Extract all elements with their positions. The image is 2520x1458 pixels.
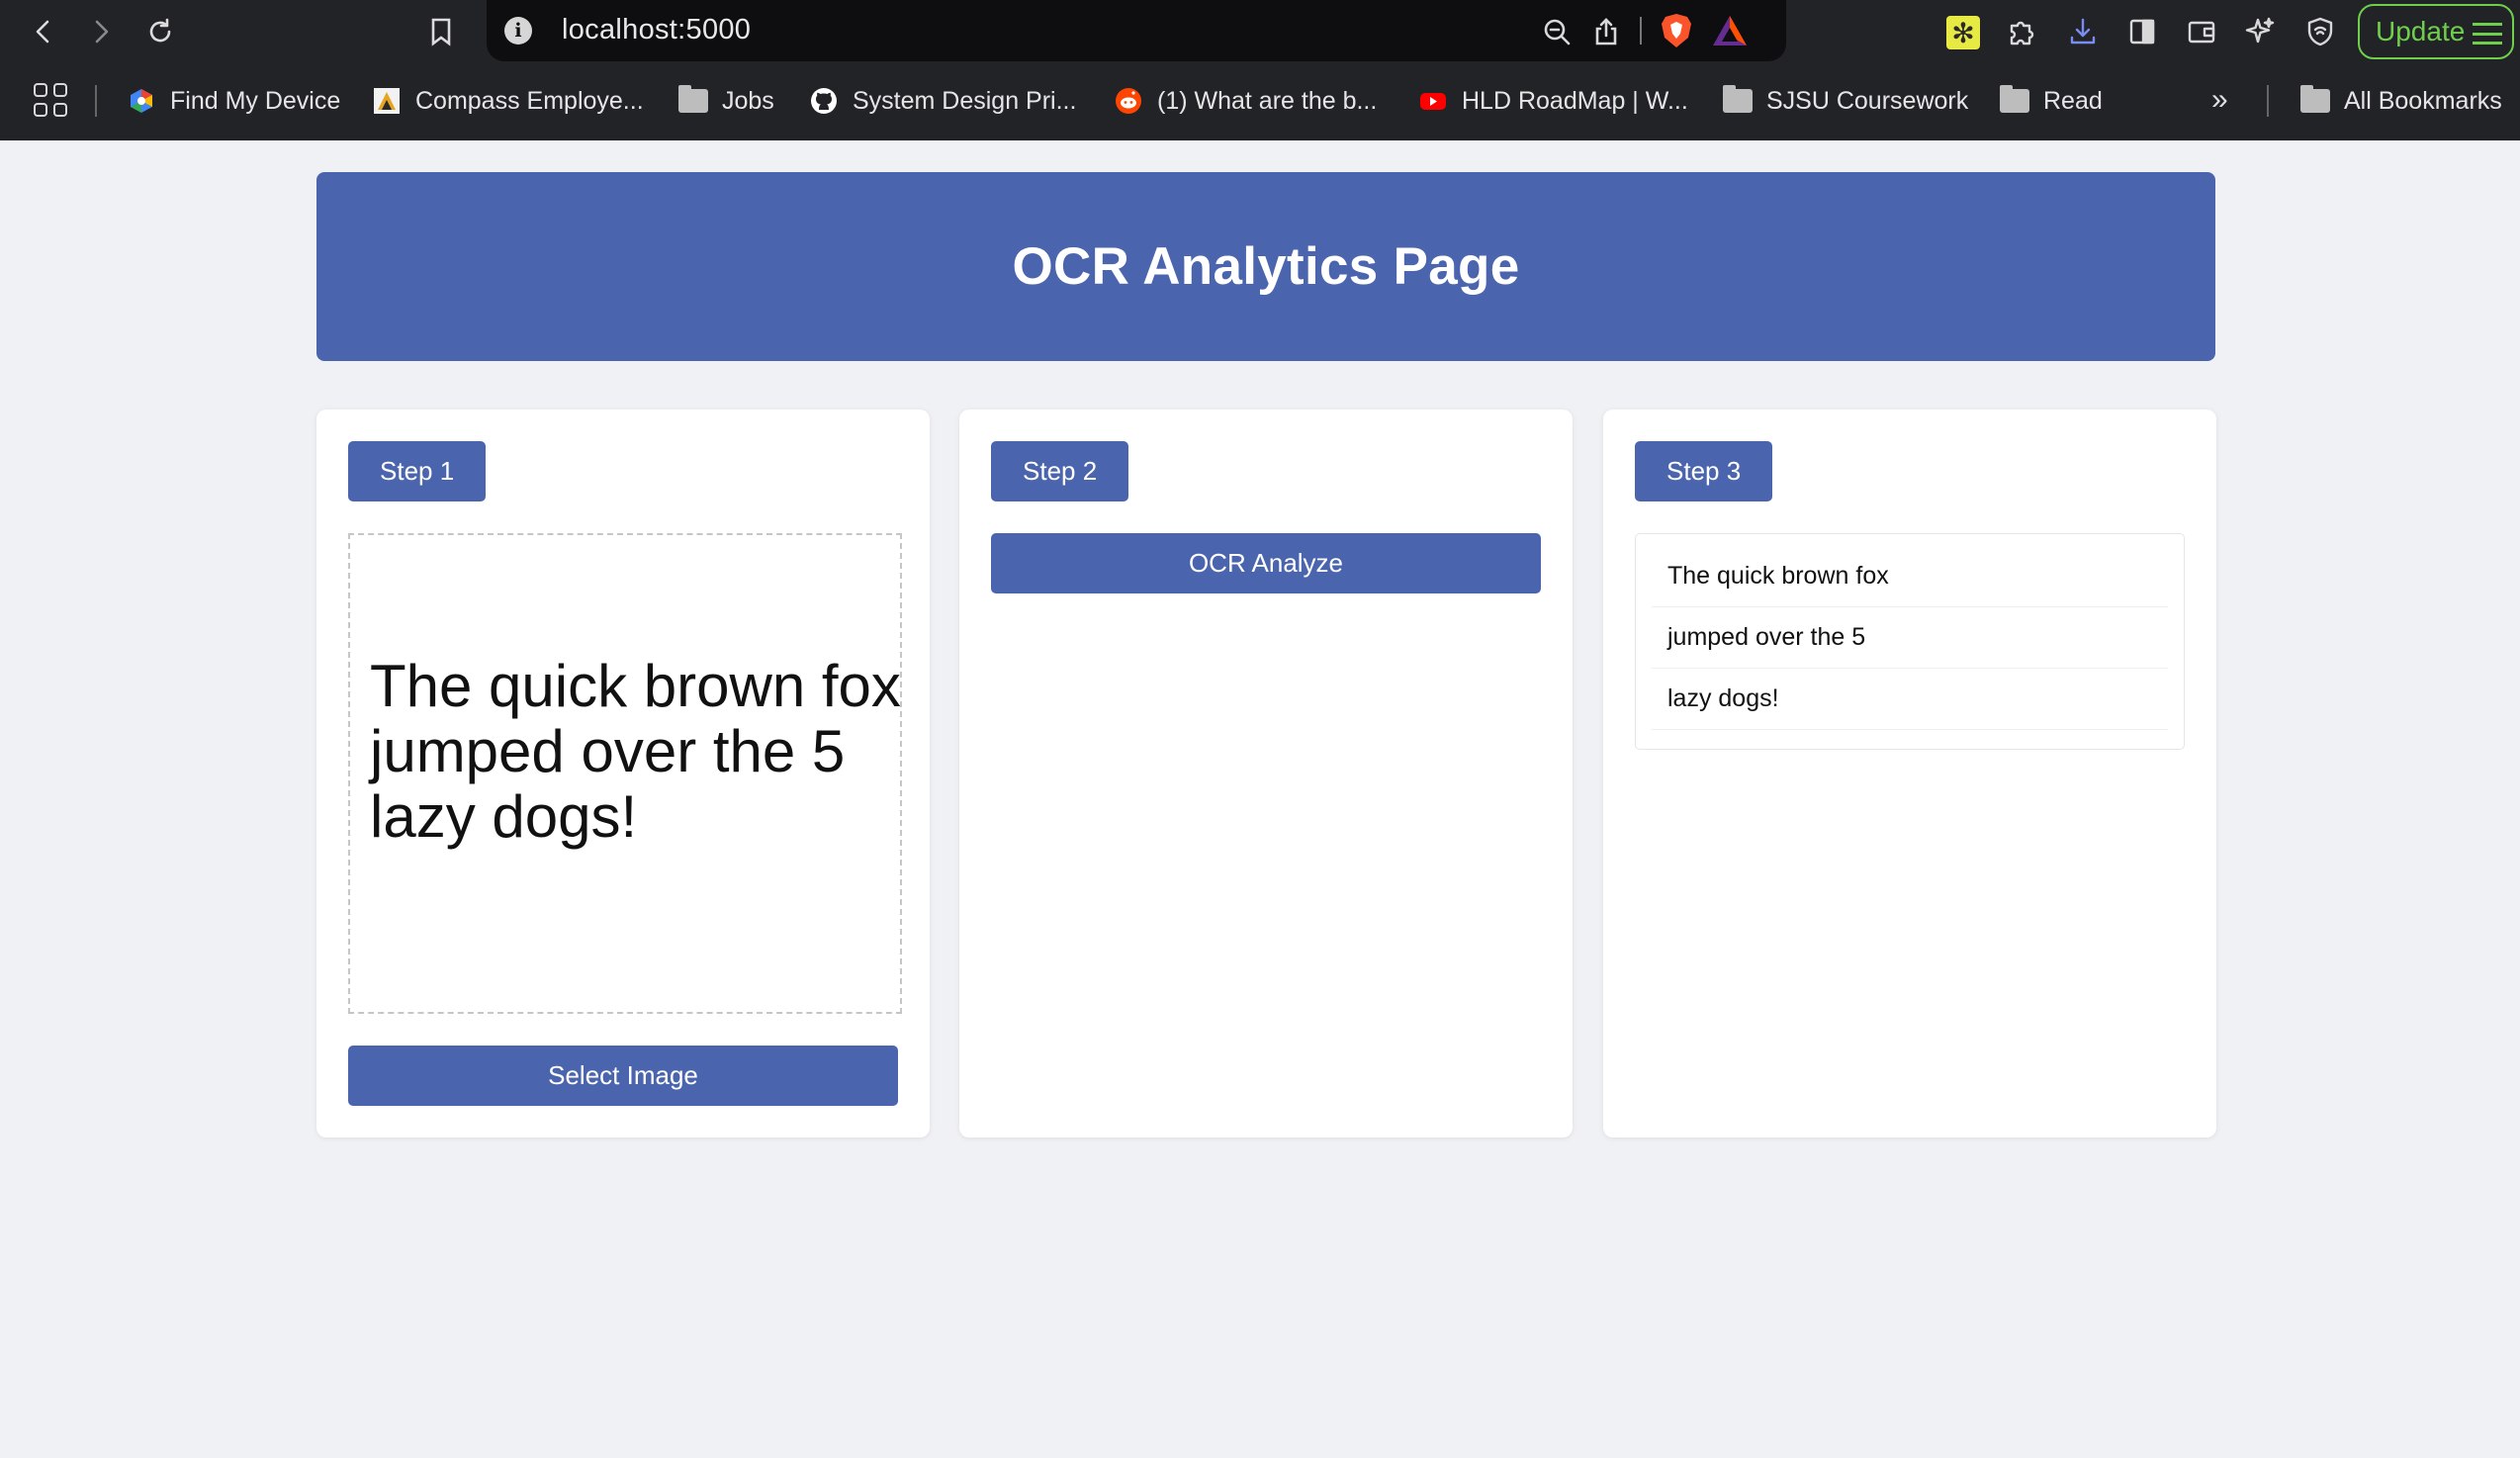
downloads-button[interactable]: [2065, 14, 2101, 49]
bookmark-label: System Design Pri...: [853, 86, 1077, 115]
wallet-button[interactable]: [2184, 14, 2219, 49]
reload-button[interactable]: [142, 14, 178, 49]
update-label: Update: [2376, 16, 2466, 46]
list-item: jumped over the 5: [1652, 607, 2168, 669]
chevron-left-icon: [36, 20, 49, 44]
image-preview-text: The quick brown fox jumped over the 5 la…: [370, 653, 901, 850]
folder-icon: [2000, 85, 2029, 116]
step3-badge[interactable]: Step 3: [1635, 441, 1773, 501]
preview-line: jumped over the 5: [370, 718, 846, 784]
list-item: lazy dogs!: [1652, 669, 2168, 730]
address-bar[interactable]: i localhost:5000: [487, 0, 1786, 61]
update-menu-button[interactable]: Update: [2358, 4, 2514, 59]
bookmarks-bar: Find My Device Compass Employe... Jobs S…: [0, 71, 2520, 131]
step1-badge[interactable]: Step 1: [348, 441, 487, 501]
github-icon: [809, 86, 839, 116]
folder-icon: [2300, 85, 2330, 116]
preview-line: The quick brown fox: [370, 653, 901, 719]
sidebar-icon: [2129, 19, 2155, 45]
folder-icon: [1723, 85, 1753, 116]
bookmark-icon: [431, 18, 451, 46]
step3-card: Step 3 The quick brown fox jumped over t…: [1603, 410, 2216, 1138]
wallet-icon: [2188, 21, 2215, 44]
page-header: OCR Analytics Page: [316, 172, 2215, 361]
share-icon: [1595, 18, 1617, 46]
folder-icon: [678, 85, 708, 116]
bookmarks-divider: [95, 85, 97, 117]
all-bookmarks-button[interactable]: All Bookmarks: [2300, 79, 2502, 123]
puzzle-piece-icon: [2010, 21, 2034, 46]
bookmark-label: SJSU Coursework: [1766, 86, 1969, 115]
bookmark-label: Read: [2043, 86, 2103, 115]
step2-badge[interactable]: Step 2: [991, 441, 1129, 501]
bookmark-compass[interactable]: Compass Employe...: [372, 79, 644, 123]
extension-icon-yellow[interactable]: ✻: [1946, 16, 1980, 49]
youtube-icon: [1418, 86, 1448, 116]
zoom-out-icon: [1544, 19, 1571, 46]
reload-icon: [149, 18, 171, 43]
bookmark-label: Jobs: [722, 86, 774, 115]
bookmarks-divider: [2267, 85, 2269, 117]
back-button[interactable]: [26, 14, 61, 49]
bookmark-label: HLD RoadMap | W...: [1462, 86, 1688, 115]
google-find-my-device-icon: [127, 86, 156, 116]
select-image-button[interactable]: Select Image: [348, 1046, 898, 1106]
brave-shields-icon[interactable]: [1660, 12, 1693, 49]
bookmark-system-design[interactable]: System Design Pri...: [809, 79, 1076, 123]
vpn-shield-icon: [2307, 17, 2333, 46]
ocr-results-list: The quick brown fox jumped over the 5 la…: [1635, 533, 2185, 750]
step2-card: Step 2 OCR Analyze: [959, 410, 1573, 1138]
vpn-button[interactable]: [2302, 14, 2338, 49]
leo-ai-button[interactable]: [2243, 14, 2279, 49]
bookmark-folder-sjsu[interactable]: SJSU Coursework: [1723, 79, 1968, 123]
bookmark-folder-read[interactable]: Read: [2000, 79, 2103, 123]
apps-grid-icon[interactable]: [34, 83, 67, 117]
list-item: The quick brown fox: [1652, 546, 2168, 607]
bookmark-label: (1) What are the b...: [1157, 86, 1378, 115]
share-button[interactable]: [1588, 14, 1624, 49]
more-bookmarks-chevron-icon[interactable]: »: [2211, 83, 2228, 117]
step1-card: Step 1 The quick brown fox jumped over t…: [316, 410, 930, 1138]
bookmark-reddit[interactable]: (1) What are the b...: [1114, 79, 1377, 123]
chevron-right-icon: [95, 20, 109, 44]
page-title: OCR Analytics Page: [1012, 237, 1520, 296]
sidebar-button[interactable]: [2124, 14, 2160, 49]
menu-icon: [2473, 23, 2502, 45]
download-icon: [2070, 18, 2096, 45]
browser-chrome: i localhost:5000 ✻ Update Find My Device…: [0, 0, 2520, 140]
omnibox-divider: [1640, 17, 1642, 45]
bookmark-hld-roadmap[interactable]: HLD RoadMap | W...: [1418, 79, 1688, 123]
extensions-button[interactable]: [2004, 14, 2039, 49]
zoom-button[interactable]: [1539, 14, 1575, 49]
forward-button[interactable]: [83, 14, 119, 49]
url-text[interactable]: localhost:5000: [562, 14, 751, 46]
all-bookmarks-label: All Bookmarks: [2344, 86, 2502, 115]
ocr-analyze-button[interactable]: OCR Analyze: [991, 533, 1541, 593]
bookmark-label: Find My Device: [170, 86, 341, 115]
bookmark-find-my-device[interactable]: Find My Device: [127, 79, 340, 123]
preview-line: lazy dogs!: [370, 783, 638, 850]
bookmark-folder-jobs[interactable]: Jobs: [678, 79, 774, 123]
brave-rewards-icon[interactable]: [1711, 14, 1749, 47]
site-info-icon[interactable]: i: [504, 17, 532, 45]
browser-toolbar: i localhost:5000 ✻ Update: [0, 0, 2520, 63]
reddit-icon: [1114, 86, 1143, 116]
bookmark-page-button[interactable]: [423, 14, 459, 49]
compass-icon: [372, 86, 402, 116]
image-preview-dropzone[interactable]: The quick brown fox jumped over the 5 la…: [348, 533, 902, 1014]
sparkle-icon: [2245, 17, 2275, 44]
bookmark-label: Compass Employe...: [415, 86, 644, 115]
